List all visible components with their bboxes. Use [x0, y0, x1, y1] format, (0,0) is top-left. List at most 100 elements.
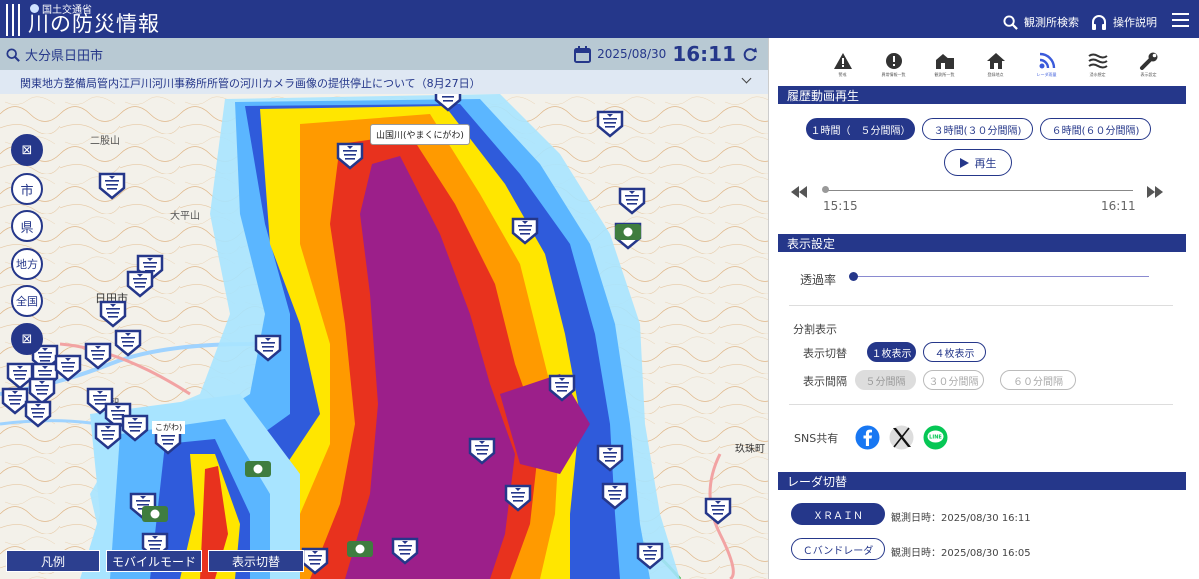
- tool-label: 異常情報一覧: [881, 72, 906, 77]
- interval-60min-button[interactable]: ６０分間隔: [1000, 370, 1076, 390]
- range-1h-button[interactable]: １時間（ ５分間隔）: [806, 118, 915, 140]
- level-city-button[interactable]: 市: [11, 173, 43, 205]
- current-time: 16:11: [672, 42, 736, 66]
- station-search-label: 観測所検索: [1024, 16, 1079, 29]
- line-icon[interactable]: LINE: [923, 425, 948, 450]
- tool-flood-assumption[interactable]: 浸水想定: [1072, 52, 1123, 78]
- refresh-icon[interactable]: [742, 46, 758, 62]
- station-search-link[interactable]: 観測所検索: [1003, 14, 1079, 30]
- place-label: 玖珠町: [735, 442, 765, 455]
- display-section-title: 表示設定: [778, 234, 1186, 252]
- camera-station-icon[interactable]: [615, 224, 641, 240]
- cband-button[interactable]: Ｃバンドレーダ: [791, 538, 885, 560]
- tool-registered-points[interactable]: 登録地点: [970, 52, 1021, 78]
- level-prefecture-button[interactable]: 県: [11, 210, 43, 242]
- alert-icon: [885, 53, 902, 69]
- range-3h-button[interactable]: ３時間(３０分間隔): [922, 118, 1033, 140]
- interval-5min-button[interactable]: ５分間隔: [855, 370, 916, 390]
- display-switch-button[interactable]: 表示切替: [208, 550, 304, 572]
- sns-label: SNS共有: [794, 432, 839, 445]
- help-label: 操作説明: [1113, 16, 1157, 29]
- opacity-slider-track[interactable]: [853, 276, 1149, 277]
- timeline-knob[interactable]: [822, 186, 829, 193]
- wrench-icon: [1139, 52, 1157, 70]
- play-button[interactable]: 再生: [944, 149, 1012, 176]
- location-name: 大分県日田市: [25, 49, 104, 64]
- map-canvas[interactable]: 二股山 大平山 日田市 日田駅 玖珠町: [0, 94, 768, 579]
- xrain-button[interactable]: ＸＲＡＩＮ: [791, 503, 885, 525]
- tool-label: レーダ雨量: [1036, 72, 1057, 77]
- home-icon: [986, 53, 1005, 69]
- xrain-observed-time: 観測日時：2025/08/30 16:11: [891, 513, 1031, 524]
- search-icon: [6, 47, 20, 62]
- camera-station-icon[interactable]: [142, 506, 168, 522]
- chevron-down-icon[interactable]: [741, 73, 752, 84]
- tool-label: 警戒: [838, 72, 847, 77]
- camera-station-icon[interactable]: [245, 461, 271, 477]
- timeline-start: 15:15: [823, 199, 858, 213]
- level-national-button[interactable]: 全国: [11, 285, 43, 317]
- interval-label: 表示間隔: [803, 375, 847, 388]
- opacity-slider-knob[interactable]: [849, 272, 858, 281]
- facebook-icon[interactable]: [855, 425, 880, 450]
- tool-label: 登録地点: [987, 72, 1004, 77]
- rewind-icon[interactable]: [791, 186, 807, 198]
- map-layer-icon[interactable]: ⊠: [11, 134, 43, 166]
- river-tooltip: 山国川(やまくにがわ): [370, 124, 470, 145]
- tool-label: 観測所一覧: [934, 72, 955, 77]
- fast-forward-icon[interactable]: [1147, 186, 1163, 198]
- headphones-icon: [1092, 14, 1106, 30]
- app-header: 国土交通省 川の防災情報 観測所検索 操作説明: [0, 0, 1199, 38]
- search-icon: [1003, 14, 1018, 30]
- timeline-track[interactable]: [825, 190, 1133, 191]
- divider: [789, 404, 1173, 405]
- current-date: 2025/08/30: [597, 47, 667, 61]
- rain-radar-map[interactable]: 二股山 大平山 日田市 日田駅 玖珠町 山国川(やまくにがわ) こがわ) ⊠ 市…: [0, 94, 768, 579]
- warning-icon: [833, 53, 852, 69]
- app-title[interactable]: 川の防災情報: [28, 12, 160, 36]
- divider: [789, 305, 1173, 306]
- radar-section-title: レーダ切替: [778, 472, 1186, 490]
- tool-display-settings[interactable]: 表示設定: [1123, 52, 1174, 78]
- station-list-icon: [935, 54, 954, 69]
- tool-radar-rain[interactable]: レーダ雨量: [1021, 52, 1072, 78]
- split-view-title: 分割表示: [793, 323, 837, 336]
- tool-warning[interactable]: 警戒: [817, 52, 868, 78]
- four-view-button[interactable]: ４枚表示: [923, 342, 986, 362]
- function-toolbar: 警戒 異常情報一覧 観測所一覧 登録地点 レーダ雨量 浸水想定 表示設定: [817, 52, 1174, 78]
- tool-alert-list[interactable]: 異常情報一覧: [868, 52, 919, 78]
- radar-icon: [1039, 52, 1055, 69]
- level-region-button[interactable]: 地方: [11, 248, 43, 280]
- interval-30min-button[interactable]: ３０分間隔: [923, 370, 984, 390]
- datetime-display: 2025/08/30 16:11: [574, 42, 758, 66]
- legend-button[interactable]: 凡例: [6, 550, 100, 572]
- single-view-button[interactable]: １枚表示: [867, 342, 916, 362]
- side-panel: 警戒 異常情報一覧 観測所一覧 登録地点 レーダ雨量 浸水想定 表示設定 履歴動…: [768, 38, 1199, 579]
- river-label-fragment: こがわ): [152, 421, 186, 434]
- help-link[interactable]: 操作説明: [1091, 14, 1157, 30]
- play-label: 再生: [974, 156, 997, 170]
- range-6h-button[interactable]: ６時間(６０分間隔): [1040, 118, 1151, 140]
- play-icon: [959, 157, 969, 168]
- camera-station-icon[interactable]: [347, 541, 373, 557]
- svg-text:LINE: LINE: [929, 435, 942, 441]
- logo-stripes: [6, 4, 20, 36]
- opacity-label: 透過率: [800, 273, 837, 287]
- history-section-title: 履歴動画再生: [778, 86, 1186, 104]
- place-label: 大平山: [170, 209, 200, 222]
- timeline-end: 16:11: [1101, 199, 1136, 213]
- cband-observed-time: 観測日時：2025/08/30 16:05: [891, 548, 1031, 559]
- switch-label: 表示切替: [803, 347, 847, 360]
- flood-icon: [1087, 53, 1108, 69]
- location-bar: 大分県日田市 2025/08/30 16:11: [0, 38, 768, 70]
- tool-station-list[interactable]: 観測所一覧: [919, 52, 970, 78]
- tool-label: 浸水想定: [1089, 72, 1106, 77]
- notice-banner[interactable]: 関東地方整備局管内江戸川河川事務所所管の河川カメラ画像の提供停止について（8月2…: [0, 70, 768, 94]
- map-layer-icon[interactable]: ⊠: [11, 323, 43, 355]
- calendar-icon[interactable]: [574, 45, 592, 63]
- mobile-mode-button[interactable]: モバイルモード: [106, 550, 202, 572]
- x-icon[interactable]: [888, 425, 915, 450]
- location-search[interactable]: 大分県日田市: [6, 45, 103, 64]
- menu-icon[interactable]: [1172, 13, 1189, 27]
- tool-label: 表示設定: [1140, 72, 1157, 77]
